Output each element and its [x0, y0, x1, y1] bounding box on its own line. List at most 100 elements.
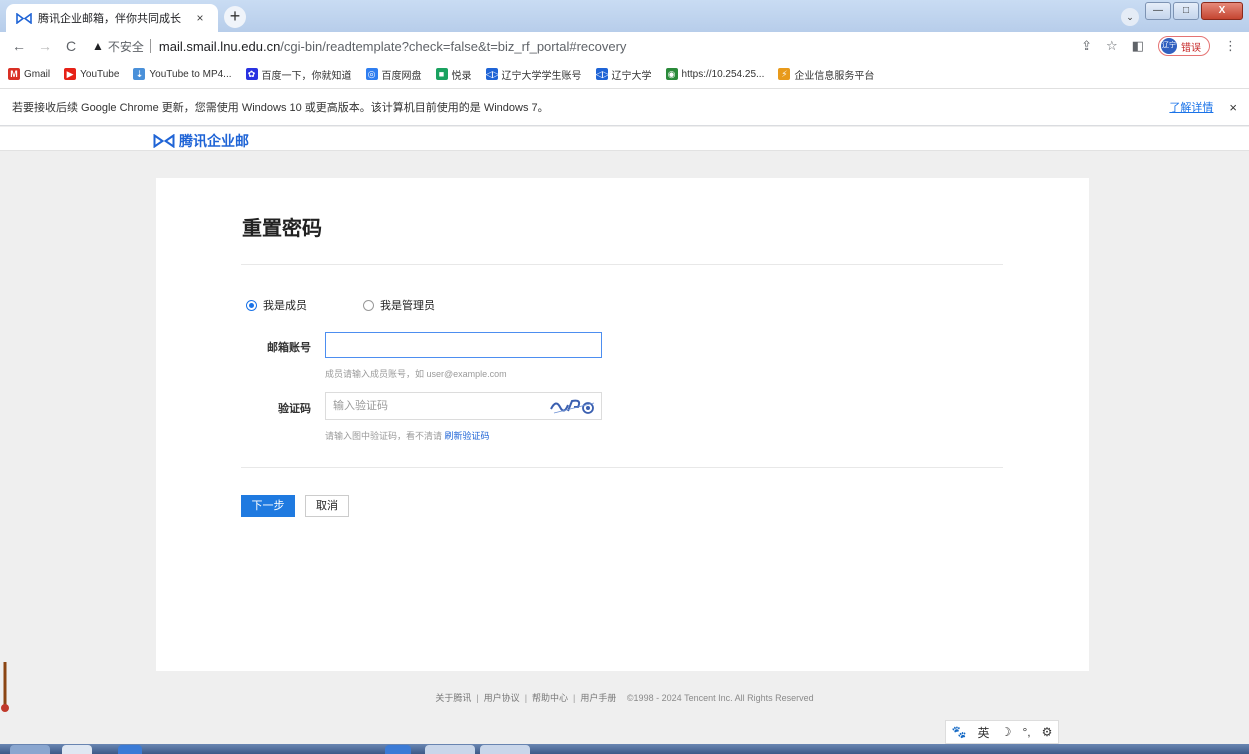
forward-button[interactable]: → — [34, 38, 56, 54]
footer-separator: | — [573, 693, 576, 703]
captcha-image[interactable] — [545, 393, 601, 419]
radio-member[interactable]: 我是成员 — [246, 297, 307, 313]
bookmark-item[interactable]: ◉ https://10.254.25... — [665, 68, 765, 80]
new-tab-button[interactable]: + — [224, 6, 246, 28]
email-field[interactable] — [325, 332, 602, 358]
maximize-button[interactable]: □ — [1173, 2, 1199, 20]
radio-admin-indicator[interactable] — [363, 299, 374, 311]
browser-titlebar: 腾讯企业邮箱，伴你共同成长 × + ⌄ — □ X — [0, 0, 1249, 32]
app-icon: ■ — [435, 68, 448, 80]
mail-logo-icon — [16, 12, 32, 24]
infobar-close-icon[interactable]: × — [1229, 100, 1237, 115]
ime-toolbar: 🐾 英 ☽ °, ⚙ — [945, 720, 1059, 744]
footer-separator: | — [524, 693, 528, 703]
back-button[interactable]: ← — [8, 38, 30, 54]
reset-password-card: 重置密码 我是成员 我是管理员 邮箱账号 成员请输入成员账号，如 user@ex… — [156, 178, 1089, 671]
taskbar-chrome[interactable] — [425, 745, 475, 754]
taskbar-item[interactable] — [62, 745, 92, 754]
brand-logo[interactable]: 腾讯企业邮 — [153, 131, 249, 151]
address-bar[interactable]: ▲ 不安全 mail.smail.lnu.edu.cn/cgi-bin/read… — [92, 34, 1081, 58]
radio-member-label: 我是成员 — [263, 300, 307, 312]
bookmark-item[interactable]: ◎ 百度网盘 — [365, 67, 422, 82]
gmail-icon: M — [8, 68, 20, 80]
thermometer-icon — [1, 662, 9, 712]
captcha-field-container — [325, 392, 602, 420]
update-infobar: 若要接收后续 Google Chrome 更新，您需使用 Windows 10 … — [0, 88, 1249, 126]
role-radio-group: 我是成员 我是管理员 — [246, 297, 491, 313]
cancel-button[interactable]: 取消 — [305, 495, 349, 517]
bookmark-label: YouTube — [80, 68, 120, 80]
radio-admin[interactable]: 我是管理员 — [363, 297, 435, 313]
bookmark-item[interactable]: ⇣ YouTube to MP4... — [133, 68, 232, 80]
reload-button[interactable]: C — [60, 38, 82, 54]
next-button[interactable]: 下一步 — [241, 495, 295, 517]
footer-link-manual[interactable]: 用户手册 — [580, 693, 616, 703]
tencent-mail-logo-icon — [153, 134, 175, 148]
radio-member-indicator[interactable] — [246, 299, 257, 311]
page-title: 重置密码 — [242, 218, 322, 240]
footer-link-about[interactable]: 关于腾讯 — [435, 693, 471, 703]
insecure-label[interactable]: 不安全 — [108, 38, 144, 55]
page-header: 腾讯企业邮 — [0, 127, 1249, 151]
bookmarks-bar: M Gmail ▶ YouTube ⇣ YouTube to MP4... ✿ 百度一下，你就… — [0, 60, 1249, 88]
bookmark-label: 百度一下，你就知道 — [261, 70, 352, 82]
taskbar-item[interactable] — [385, 745, 411, 754]
close-window-button[interactable]: X — [1201, 2, 1243, 20]
bookmark-item[interactable]: M Gmail — [8, 68, 50, 80]
captcha-hint: 请输入图中验证码，看不清请 刷新验证码 — [325, 429, 490, 442]
ime-paw-icon[interactable]: 🐾 — [952, 725, 967, 739]
url-host: mail.smail.lnu.edu.cn — [158, 38, 281, 54]
tab-search-icon[interactable]: ⌄ — [1121, 8, 1139, 26]
captcha-hint-text: 请输入图中验证码，看不清请 — [325, 431, 443, 441]
download-icon: ⇣ — [133, 68, 146, 80]
tab-close-icon[interactable]: × — [192, 11, 208, 25]
url-path: /cgi-bin/readtemplate?check=false&t=biz_… — [280, 38, 627, 54]
bookmark-label: 百度网盘 — [381, 70, 422, 82]
footer-link-agreement[interactable]: 用户协议 — [484, 693, 520, 703]
browser-tab[interactable]: 腾讯企业邮箱，伴你共同成长 × — [6, 4, 218, 32]
captcha-label: 验证码 — [278, 403, 311, 415]
footer-link-help[interactable]: 帮助中心 — [532, 693, 568, 703]
taskbar-item[interactable] — [118, 745, 142, 754]
share-icon[interactable]: ⇪ — [1081, 38, 1092, 54]
bookmark-label: Gmail — [24, 68, 51, 80]
taskbar-item[interactable] — [480, 745, 530, 754]
tab-title: 腾讯企业邮箱，伴你共同成长 — [38, 13, 181, 25]
ime-punctuation-icon[interactable]: °, — [1022, 725, 1030, 739]
bookmark-star-icon[interactable]: ☆ — [1106, 38, 1118, 54]
profile-error-label: 错误 — [1181, 42, 1201, 54]
bookmark-item[interactable]: ✿ 百度一下，你就知道 — [245, 67, 352, 82]
bookmark-label: 企业信息服务平台 — [794, 70, 875, 82]
bookmark-item[interactable]: ■ 悦录 — [435, 67, 472, 82]
refresh-captcha-link[interactable]: 刷新验证码 — [445, 431, 490, 441]
globe-icon: ◉ — [665, 68, 678, 80]
learn-more-link[interactable]: 了解详情 — [1169, 99, 1213, 115]
warning-icon[interactable]: ▲ — [92, 39, 104, 53]
service-icon: ⚡ — [778, 68, 791, 80]
menu-icon[interactable]: ⋮ — [1224, 38, 1237, 54]
bookmark-item[interactable]: ◁▷ 辽宁大学 — [595, 67, 652, 82]
bookmark-label: 悦录 — [451, 70, 472, 82]
ime-settings-icon[interactable]: ⚙ — [1042, 725, 1053, 739]
taskbar — [0, 744, 1249, 754]
side-panel-icon[interactable]: ◧ — [1132, 38, 1144, 54]
brand-name: 腾讯企业邮 — [179, 133, 249, 149]
cloud-icon: ◎ — [365, 68, 378, 80]
mail-logo-icon: ◁▷ — [485, 68, 500, 80]
mail-logo-icon: ◁▷ — [595, 68, 610, 80]
window-controls: — □ X — [1145, 2, 1243, 20]
bookmark-item[interactable]: ⚡ 企业信息服务平台 — [778, 67, 874, 82]
bookmark-label: 辽宁大学 — [611, 70, 652, 82]
ime-language-toggle[interactable]: 英 — [978, 724, 990, 741]
bookmark-item[interactable]: ▶ YouTube — [64, 68, 119, 80]
footer-separator: | — [476, 693, 479, 703]
bookmark-label: https://10.254.25... — [681, 68, 765, 80]
baidu-icon: ✿ — [245, 68, 258, 80]
minimize-button[interactable]: — — [1145, 2, 1171, 20]
email-label: 邮箱账号 — [267, 342, 311, 354]
captcha-input[interactable] — [326, 393, 545, 419]
bookmark-item[interactable]: ◁▷ 辽宁大学学生账号 — [485, 67, 582, 82]
profile-button[interactable]: 辽宁 错误 — [1158, 36, 1210, 56]
taskbar-start-button[interactable] — [10, 745, 50, 754]
ime-moon-icon[interactable]: ☽ — [1001, 725, 1012, 739]
